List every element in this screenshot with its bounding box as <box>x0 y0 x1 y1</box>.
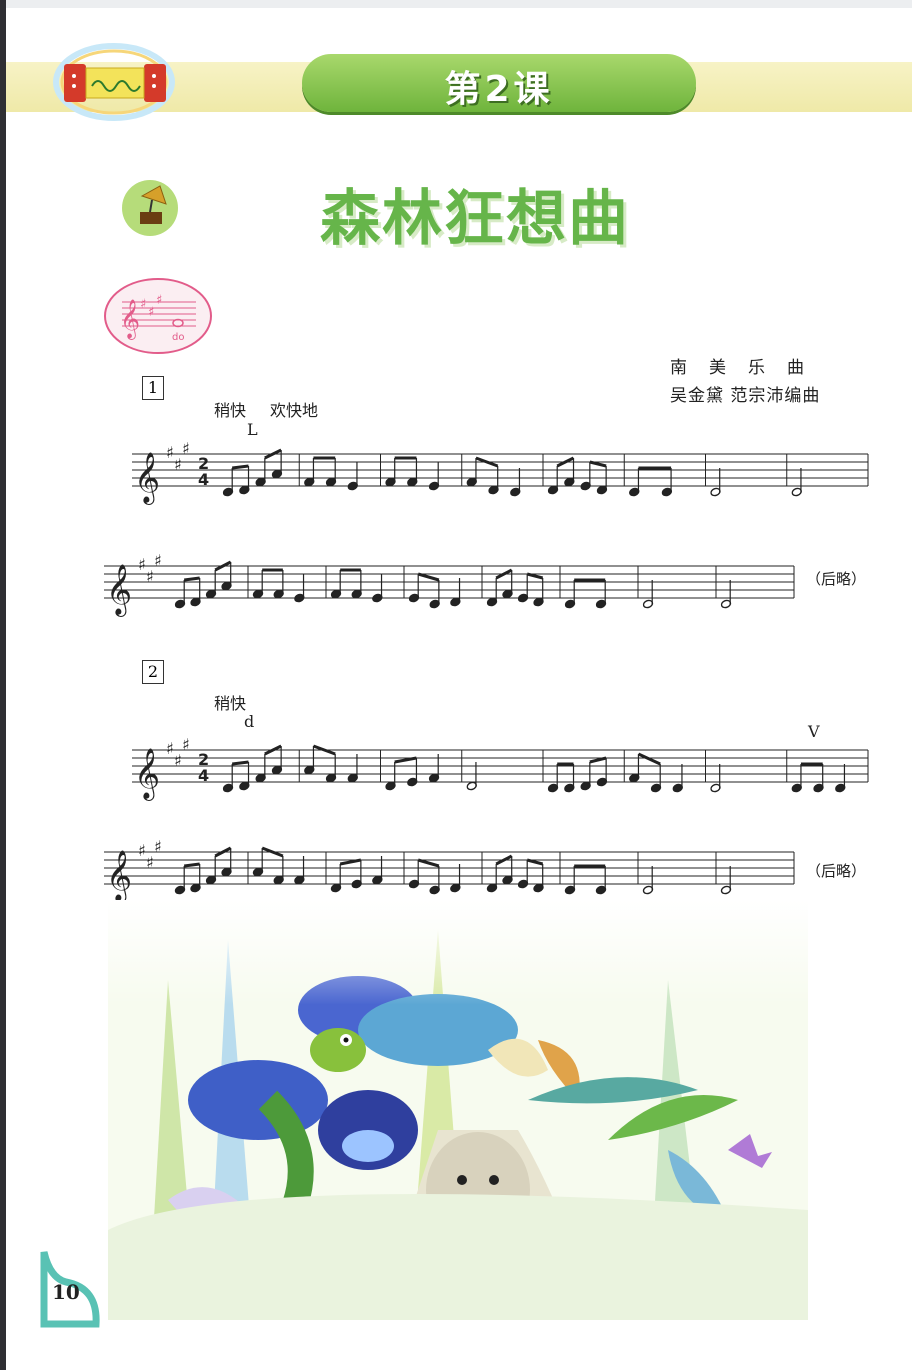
sharp-icon: ♯ <box>138 841 146 860</box>
svg-text:𝄞: 𝄞 <box>120 299 140 340</box>
textbook-page: 第2课 森林狂想曲 𝄞 ♯ ♯ ♯ do 南美乐曲 吴金黛 范宗沛编曲 1 稍快… <box>0 0 912 1370</box>
exercise-1-staff-1: 𝄞 ♯♯♯24 <box>132 439 869 505</box>
gramophone-icon <box>122 180 178 236</box>
lesson-banner: 第2课 <box>302 54 696 112</box>
sharp-icon: ♯ <box>174 751 182 770</box>
page-top-edge <box>6 0 912 8</box>
note-beam <box>589 460 607 468</box>
sharp-icon: ♯ <box>182 735 190 754</box>
exercise-2-ending: （后略） <box>806 862 867 880</box>
key-signature-badge: 𝄞 ♯ ♯ ♯ do <box>104 278 212 354</box>
note-beam <box>232 464 249 470</box>
note-beam <box>589 756 607 764</box>
time-signature-bottom: 4 <box>198 470 209 489</box>
exercise-1-tempo: 稍快 <box>214 401 247 420</box>
lesson-label: 第2课 <box>444 69 554 110</box>
note-beam <box>417 572 440 582</box>
svg-text:♯: ♯ <box>148 305 154 320</box>
note-beam <box>526 572 544 580</box>
exercise-1-ending: （后略） <box>806 570 867 588</box>
note-beam <box>417 858 440 868</box>
jungle-illustration <box>108 900 808 1320</box>
exercise-2-staff-1: 𝄞 ♯♯♯24 <box>132 735 869 801</box>
exercise-2-tempo: 稍快 <box>214 694 247 713</box>
note-beam <box>184 862 200 868</box>
sharp-icon: ♯ <box>174 455 182 474</box>
treble-clef-icon: 𝄞 <box>134 452 160 505</box>
exercise-1-mood: 欢快地 <box>270 401 319 420</box>
credit-origin: 南美乐曲 <box>670 358 826 378</box>
svg-text:♯: ♯ <box>156 293 162 308</box>
treble-clef-icon: 𝄞 <box>106 850 132 903</box>
treble-clef-icon: 𝄞 <box>106 564 132 617</box>
sharp-icon: ♯ <box>146 567 154 586</box>
sharp-icon: ♯ <box>146 853 154 872</box>
note-beam <box>339 858 362 866</box>
sharp-icon: ♯ <box>166 739 174 758</box>
credit-arrangers: 吴金黛 范宗沛编曲 <box>670 386 821 406</box>
sharp-icon: ♯ <box>154 837 162 856</box>
note-beam <box>526 858 544 866</box>
sharp-icon: ♯ <box>154 551 162 570</box>
sharp-icon: ♯ <box>166 443 174 462</box>
treble-clef-icon: 𝄞 <box>134 748 160 801</box>
exercise-2-breath-mark-d: d <box>244 712 255 731</box>
note-beam <box>637 752 661 766</box>
exercise-1-number: 1 <box>142 376 164 400</box>
note-beam <box>232 760 249 766</box>
sharp-icon: ♯ <box>182 439 190 458</box>
time-signature-bottom: 4 <box>198 766 209 785</box>
book-spine <box>0 0 6 1370</box>
exercise-1-staff-2: 𝄞 ♯♯♯ <box>104 551 795 617</box>
accordion-icon <box>53 43 175 121</box>
song-title: 森林狂想曲 <box>320 184 630 254</box>
exercise-2-number: 2 <box>142 660 164 684</box>
note-beam <box>184 576 200 582</box>
sharp-icon: ♯ <box>138 555 146 574</box>
note-beam <box>394 756 417 764</box>
page-number: 10 <box>52 1280 80 1304</box>
key-badge-do-label: do <box>172 332 184 343</box>
svg-text:♯: ♯ <box>140 297 146 312</box>
credits: 南美乐曲 吴金黛 范宗沛编曲 <box>670 354 870 410</box>
